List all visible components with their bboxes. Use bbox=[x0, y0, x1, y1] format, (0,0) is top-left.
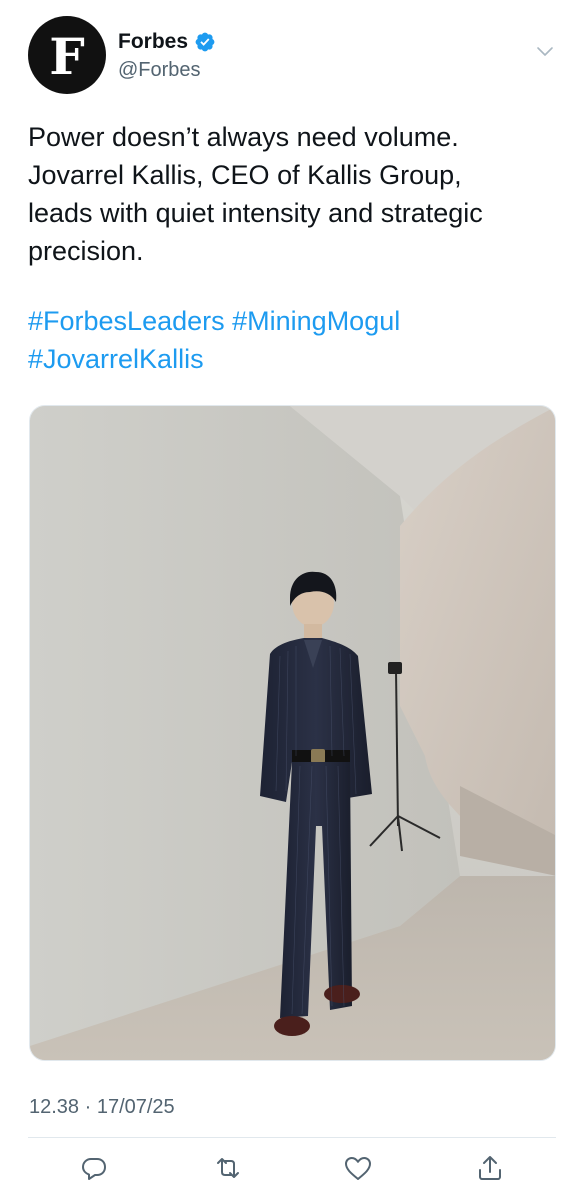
share-icon[interactable] bbox=[474, 1152, 506, 1184]
author-handle[interactable]: @Forbes bbox=[118, 59, 201, 82]
tweet-timestamp[interactable]: 12.38 · 17/07/25 bbox=[29, 1096, 175, 1119]
hashtag-list: #ForbesLeaders #MiningMogul #JovarrelKal… bbox=[28, 302, 564, 378]
reply-icon[interactable] bbox=[78, 1152, 110, 1184]
tweet-text: Power doesn’t always need volume. Jovarr… bbox=[28, 118, 564, 270]
avatar[interactable]: F bbox=[28, 16, 106, 94]
photo-illustration bbox=[30, 406, 555, 1060]
tweet-header: F Forbes @Forbes bbox=[28, 16, 558, 96]
tweet-actions bbox=[0, 1148, 584, 1188]
hashtag-link[interactable]: #MiningMogul bbox=[232, 306, 400, 336]
tweet-text-line: Power doesn’t always need volume. bbox=[28, 122, 459, 152]
tweet-text-line: Jovarrel Kallis, CEO of Kallis Group, bbox=[28, 160, 462, 190]
retweet-icon[interactable] bbox=[212, 1152, 244, 1184]
tweet-text-line: precision. bbox=[28, 236, 144, 266]
tweet-photo[interactable] bbox=[29, 405, 556, 1061]
hashtag-link[interactable]: #JovarrelKallis bbox=[28, 344, 204, 374]
verified-badge-icon bbox=[195, 32, 215, 52]
heart-icon[interactable] bbox=[342, 1152, 374, 1184]
author-name[interactable]: Forbes bbox=[118, 30, 188, 54]
author-name-row[interactable]: Forbes bbox=[118, 30, 216, 54]
hashtag-link[interactable]: #ForbesLeaders bbox=[28, 306, 225, 336]
tweet-text-line: leads with quiet intensity and strategic bbox=[28, 198, 483, 228]
divider bbox=[28, 1137, 556, 1138]
avatar-initial: F bbox=[49, 27, 85, 86]
chevron-down-icon[interactable] bbox=[536, 46, 554, 58]
